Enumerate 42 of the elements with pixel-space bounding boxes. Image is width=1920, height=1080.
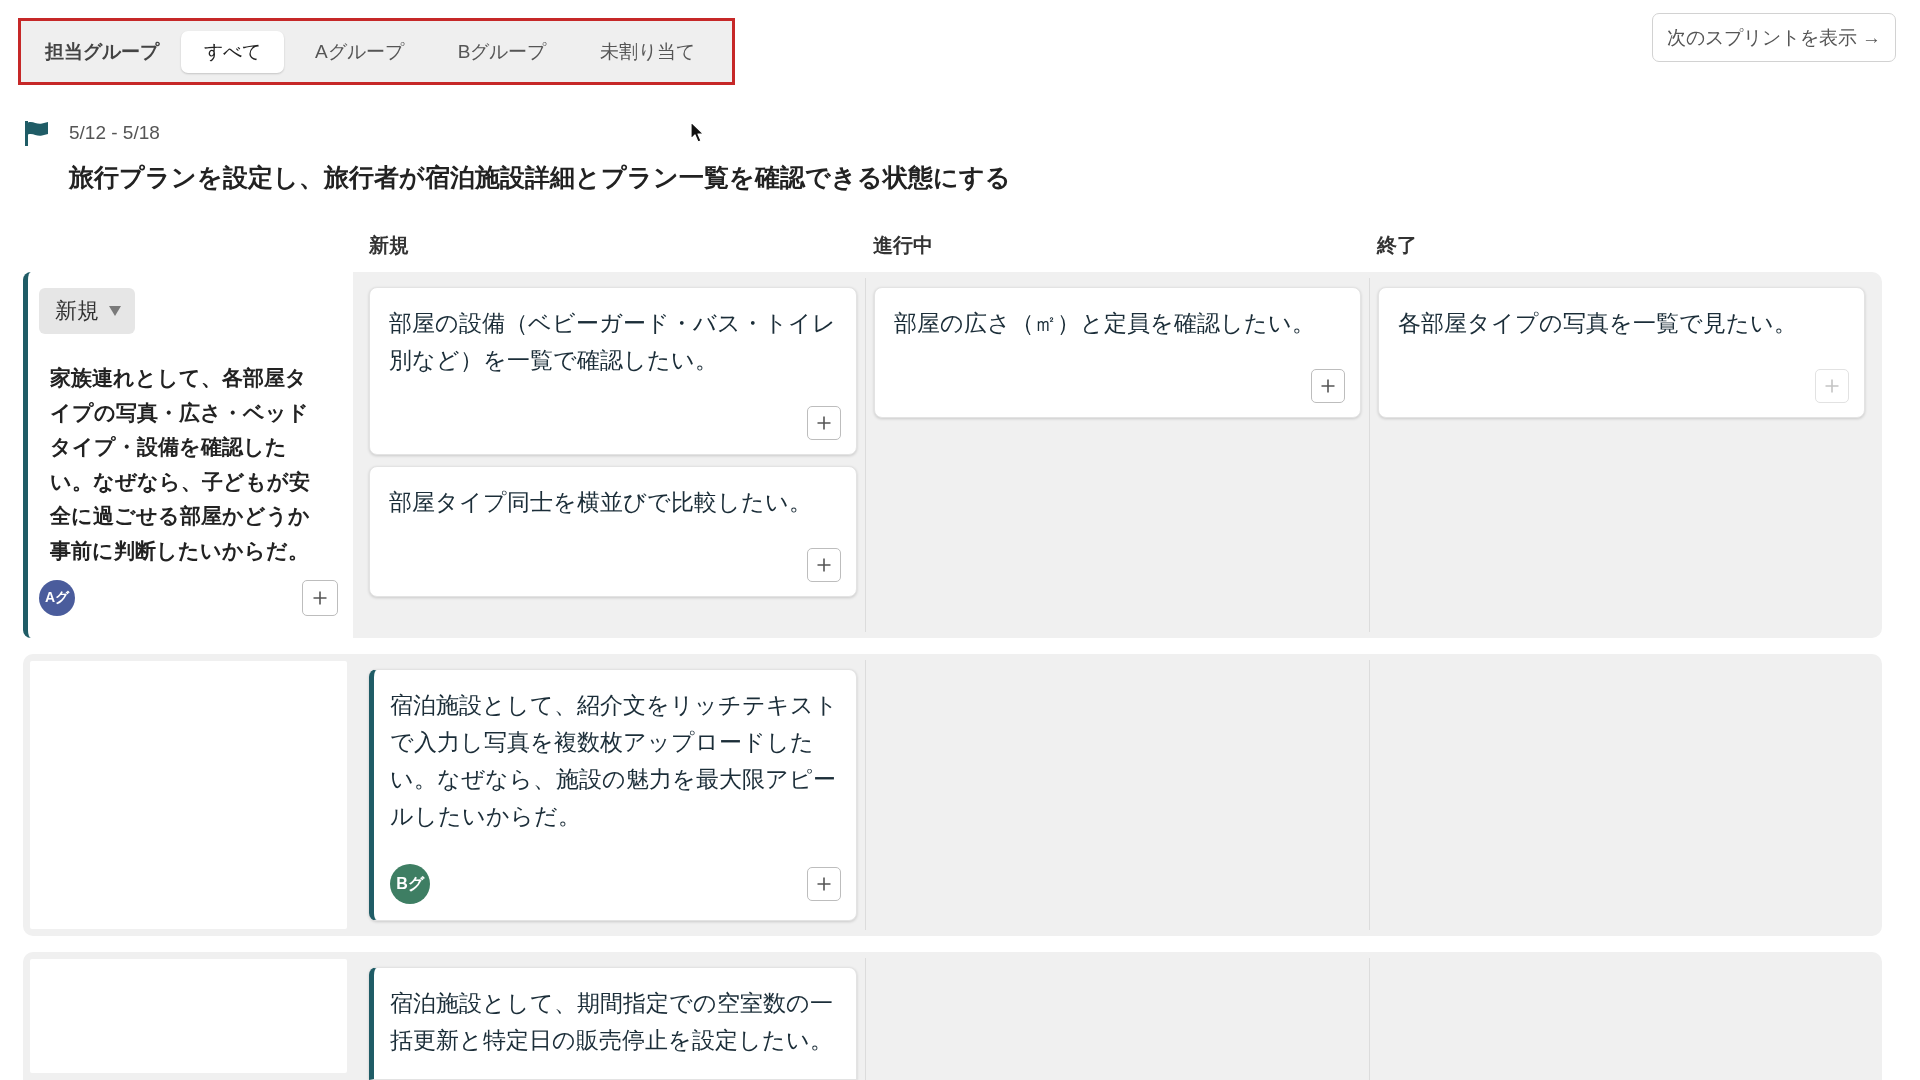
add-button[interactable] [807, 867, 841, 901]
filter-label: 担当グループ [45, 39, 159, 64]
status-dropdown[interactable]: 新規 [39, 288, 135, 334]
plus-icon [1321, 379, 1335, 393]
group-avatar: Aグ [39, 580, 75, 616]
add-button[interactable] [1311, 369, 1345, 403]
card-text: 部屋タイプ同士を横並びで比較したい。 [389, 488, 813, 517]
card-text: 部屋の設備（ベビーガード・バス・トイレ別など）を一覧で確認したい。 [389, 309, 837, 375]
flag-icon [25, 120, 48, 146]
card-text: 部屋の広さ（㎡）と定員を確認したい。 [894, 309, 1316, 338]
plus-icon [1825, 379, 1839, 393]
column-header: 進行中 [872, 233, 933, 258]
caret-icon [109, 306, 121, 316]
task-card[interactable]: 部屋の設備（ベビーガード・バス・トイレ別など）を一覧で確認したい。 [369, 287, 857, 455]
story-card[interactable]: 宿泊施設として、紹介文をリッチテキストで入力し写真を複数枚アップロードしたい。なぜなら、施設の魅力を最大限アピールしたいからだ。 Bグ [369, 669, 857, 921]
story-card[interactable]: 新規 家族連れとして、各部屋タイプの写真・広さ・ベッドタイプ・設備を確認したい。なぜなら、子どもが安全に過ごせる部屋かどうか事前に判断したいからだ。 Aグ [23, 272, 353, 638]
filter-tab[interactable]: Aグループ [292, 30, 427, 73]
group-avatar: Bグ [390, 864, 430, 904]
column-header: 終了 [1375, 233, 1417, 258]
sprint-goal: 旅行プランを設定し、旅行者が宿泊施設詳細とプラン一覧を確認できる状態にする [69, 162, 1011, 193]
next-sprint-button[interactable]: 次のスプリントを表示 → [1651, 13, 1896, 62]
column-header: 新規 [368, 233, 409, 258]
filter-tab[interactable]: Bグループ [434, 30, 570, 73]
task-card[interactable]: 各部屋タイプの写真を一覧で見たい。 [1378, 287, 1865, 418]
card-text: 宿泊施設として、紹介文をリッチテキストで入力し写真を複数枚アップロードしたい。なぜなら、施設の魅力を最大限アピールしたいからだ。 [390, 691, 839, 831]
task-card[interactable]: 部屋タイプ同士を横並びで比較したい。 [369, 466, 857, 597]
story-card[interactable]: 宿泊施設として、期間指定での空室数の一括更新と特定日の販売停止を設定したい。 [369, 967, 857, 1080]
task-card[interactable]: 部屋の広さ（㎡）と定員を確認したい。 [874, 287, 1361, 418]
story-text: 家族連れとして、各部屋タイプの写真・広さ・ベッドタイプ・設備を確認したい。なぜなら、子どもが安全に過ごせる部屋かどうか事前に判断したいからだ。 [49, 365, 311, 564]
filter-tab[interactable]: すべて [181, 30, 284, 73]
card-text: 宿泊施設として、期間指定での空室数の一括更新と特定日の販売停止を設定したい。 [390, 989, 834, 1055]
cursor-icon [690, 121, 705, 143]
add-button[interactable] [302, 580, 338, 616]
card-text: 各部屋タイプの写真を一覧で見たい。 [1398, 309, 1798, 338]
plus-icon [817, 558, 831, 572]
sprint-dates: 5/12 - 5/18 [69, 121, 160, 145]
filter-tab[interactable]: 未割り当て [577, 30, 719, 73]
plus-icon [817, 877, 831, 891]
add-button[interactable] [807, 406, 841, 440]
add-button[interactable] [807, 548, 841, 582]
plus-icon [817, 416, 831, 430]
plus-icon [313, 591, 327, 605]
